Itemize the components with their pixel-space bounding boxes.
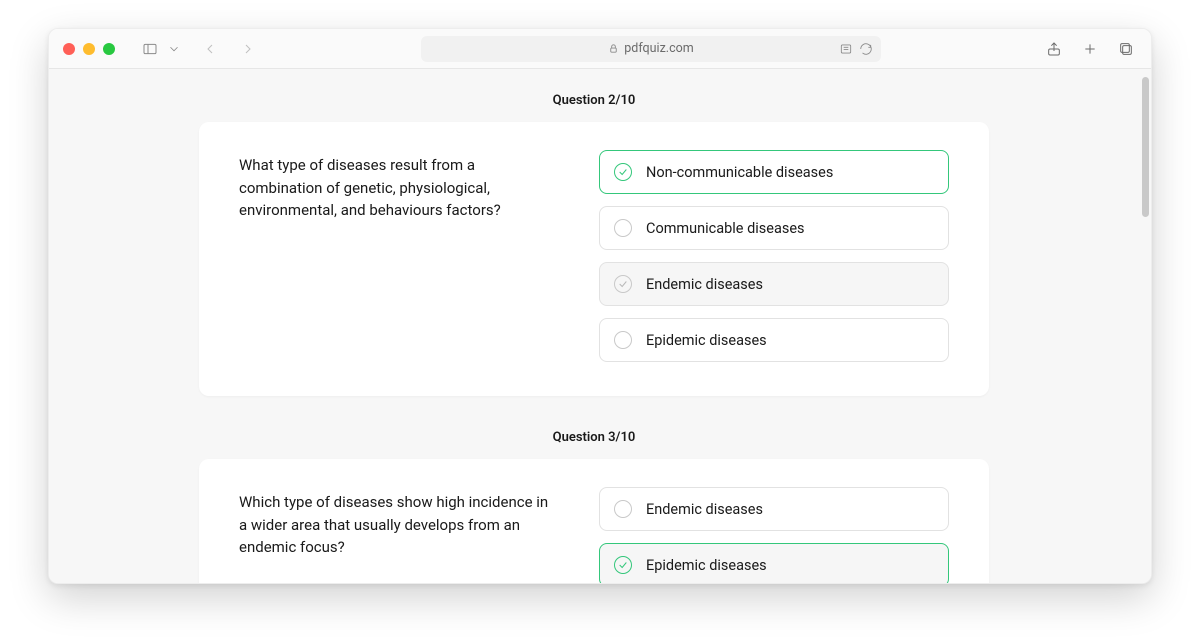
forward-button[interactable] [237, 38, 259, 60]
minimize-window-button[interactable] [83, 43, 95, 55]
options-list: Endemic diseases Epidemic diseases Non-c… [599, 487, 949, 583]
address-bar-text: pdfquiz.com [624, 41, 693, 56]
close-window-button[interactable] [63, 43, 75, 55]
reload-icon[interactable] [859, 42, 873, 56]
check-icon [614, 163, 632, 181]
option[interactable]: Epidemic diseases [599, 318, 949, 362]
share-icon[interactable] [1043, 38, 1065, 60]
page-content: Question 2/10 What type of diseases resu… [49, 69, 1139, 583]
check-icon [614, 556, 632, 574]
titlebar: pdfquiz.com [49, 29, 1151, 69]
scrollbar-track[interactable] [1139, 69, 1151, 583]
radio-icon [614, 331, 632, 349]
reader-icon[interactable] [839, 42, 853, 56]
option-label: Epidemic diseases [646, 332, 767, 349]
option-label: Endemic diseases [646, 276, 763, 293]
radio-icon [614, 219, 632, 237]
question-card: What type of diseases result from a comb… [199, 122, 989, 396]
zoom-window-button[interactable] [103, 43, 115, 55]
address-bar[interactable]: pdfquiz.com [421, 36, 881, 62]
question-card: Which type of diseases show high inciden… [199, 459, 989, 583]
option-correct[interactable]: Non-communicable diseases [599, 150, 949, 194]
question-label: Question 3/10 [199, 430, 989, 445]
scrollbar-thumb[interactable] [1142, 77, 1149, 217]
toolbar-right [1043, 38, 1137, 60]
option-label: Endemic diseases [646, 501, 763, 518]
back-button[interactable] [199, 38, 221, 60]
sidebar-toggle-group [139, 38, 181, 60]
options-list: Non-communicable diseases Communicable d… [599, 150, 949, 362]
sidebar-icon[interactable] [139, 38, 161, 60]
lock-icon [608, 43, 619, 54]
option-label: Non-communicable diseases [646, 164, 833, 181]
address-bar-actions [839, 42, 873, 56]
browser-window: pdfquiz.com Question 2/10 [48, 28, 1152, 584]
option[interactable]: Endemic diseases [599, 487, 949, 531]
window-controls [63, 43, 115, 55]
question-prompt: What type of diseases result from a comb… [239, 150, 555, 362]
tabs-overview-icon[interactable] [1115, 38, 1137, 60]
check-icon [614, 275, 632, 293]
chevron-down-icon[interactable] [167, 38, 181, 60]
option-correct[interactable]: Epidemic diseases [599, 543, 949, 583]
question-prompt: Which type of diseases show high inciden… [239, 487, 555, 583]
new-tab-icon[interactable] [1079, 38, 1101, 60]
option-label: Epidemic diseases [646, 557, 767, 574]
viewport: Question 2/10 What type of diseases resu… [49, 69, 1151, 583]
nav-arrows [199, 38, 259, 60]
address-bar-wrap: pdfquiz.com [267, 36, 1035, 62]
option[interactable]: Communicable diseases [599, 206, 949, 250]
option-wrong[interactable]: Endemic diseases [599, 262, 949, 306]
question-label: Question 2/10 [199, 93, 989, 108]
radio-icon [614, 500, 632, 518]
option-label: Communicable diseases [646, 220, 805, 237]
